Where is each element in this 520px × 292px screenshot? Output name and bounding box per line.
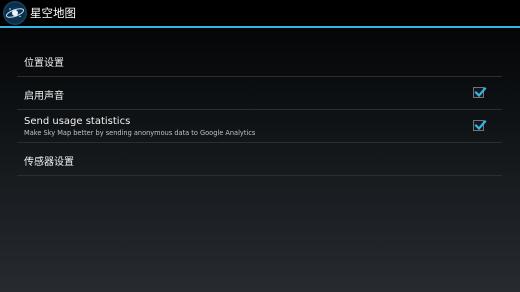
sensor-settings-label: 传感器设置	[24, 157, 74, 168]
location-settings-label: 位置设置	[24, 58, 64, 69]
location-settings-item[interactable]: 位置设置	[17, 44, 502, 77]
usage-statistics-item[interactable]: Send usage statistics Make Sky Map bette…	[17, 110, 502, 143]
checkmark-icon	[474, 119, 487, 131]
enable-sound-label: 启用声音	[24, 91, 64, 102]
usage-statistics-label: Send usage statistics	[24, 116, 131, 127]
enable-sound-checkbox[interactable]	[473, 86, 487, 98]
sensor-settings-item[interactable]: 传感器设置	[17, 143, 502, 176]
checkmark-icon	[474, 86, 487, 98]
usage-statistics-checkbox[interactable]	[473, 119, 487, 131]
sky-map-app-icon[interactable]	[3, 1, 27, 25]
action-bar: 星空地图	[0, 0, 520, 28]
settings-list: 位置设置 启用声音 Send usage statistics Make Sky…	[17, 44, 502, 176]
enable-sound-item[interactable]: 启用声音	[17, 77, 502, 110]
app-title: 星空地图	[30, 6, 76, 20]
usage-statistics-summary: Make Sky Map better by sending anonymous…	[24, 129, 256, 137]
